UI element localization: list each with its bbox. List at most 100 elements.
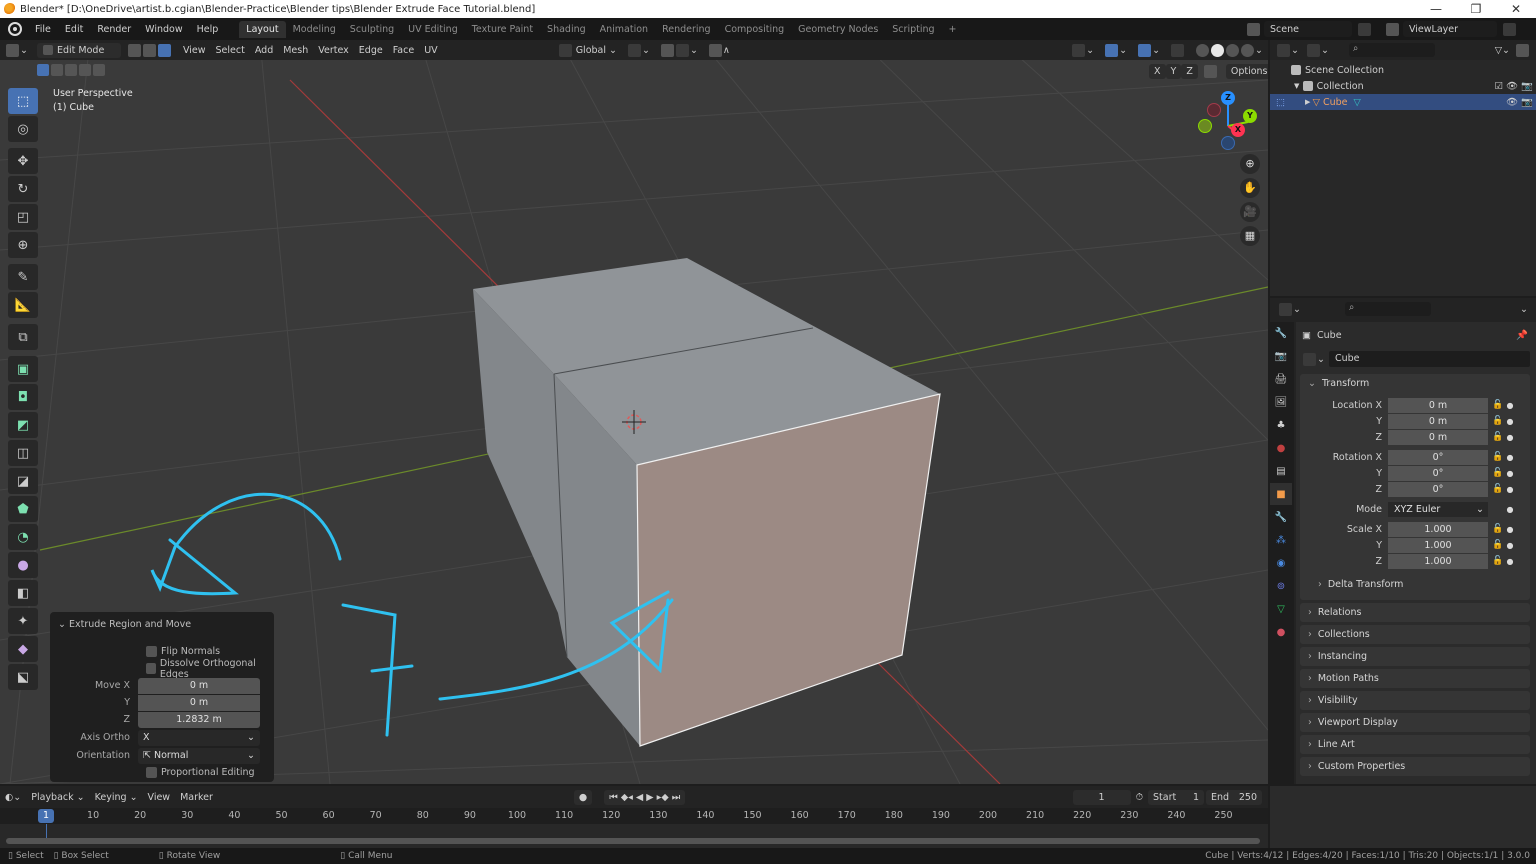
gizmo-x[interactable]: X <box>1231 123 1245 137</box>
motion-paths-panel[interactable]: › Motion Paths <box>1300 669 1530 688</box>
keyframe-dot-icon[interactable]: ● <box>1506 485 1514 494</box>
orientation-dropdown[interactable]: ⇱ Normal ⌄ <box>138 747 260 764</box>
move-y-field[interactable]: 0 m <box>138 694 260 711</box>
pivot-point-dropdown[interactable]: ⌄ <box>622 43 655 58</box>
modifier-tab-icon[interactable]: 🔧 <box>1270 506 1292 528</box>
blender-logo-icon[interactable] <box>8 22 22 36</box>
tool-smooth[interactable]: ● <box>8 552 38 578</box>
vertex-select-icon[interactable] <box>127 43 141 57</box>
overlay-toggle[interactable]: ⌄ <box>1132 43 1165 58</box>
lock-icon[interactable]: 🔓 <box>1492 540 1506 550</box>
tool-tab-icon[interactable]: 🔧 <box>1270 322 1292 344</box>
keyframe-dot-icon[interactable]: ● <box>1506 453 1514 462</box>
keyframe-dot-icon[interactable]: ● <box>1506 433 1514 442</box>
constraints-tab-icon[interactable]: ⊚ <box>1270 575 1292 597</box>
expand-arrow-icon[interactable]: ▶ <box>1305 98 1313 106</box>
object-browse-icon[interactable] <box>1303 352 1316 366</box>
delta-transform-subpanel[interactable]: › Delta Transform <box>1300 575 1530 594</box>
rotation-mode-dropdown[interactable]: XYZ Euler ⌄ <box>1388 501 1488 517</box>
line-art-panel[interactable]: › Line Art <box>1300 735 1530 754</box>
camera-view-icon[interactable]: 🎥 <box>1240 202 1260 222</box>
menu-vertex[interactable]: Vertex <box>313 43 354 58</box>
object-name-input[interactable]: Cube <box>1328 351 1530 367</box>
tool-shear[interactable]: ◆ <box>8 636 38 662</box>
outliner-object-cube[interactable]: ⬚ ▶ ▽ Cube ▽ 👁 📷 <box>1270 94 1536 110</box>
mesh-data-icon[interactable]: ▽ <box>1354 97 1361 108</box>
tool-knife[interactable]: ◪ <box>8 468 38 494</box>
tool-select-box[interactable]: ⬚ <box>8 88 38 114</box>
custom-properties-panel[interactable]: › Custom Properties <box>1300 757 1530 776</box>
gizmo-y[interactable]: Y <box>1243 109 1257 123</box>
falloff-icon[interactable]: ∧ <box>723 45 730 56</box>
tool-annotate[interactable]: ✎ <box>8 264 38 290</box>
scene-selector[interactable]: Scene <box>1264 21 1352 37</box>
menu-playback[interactable]: Playback ⌄ <box>26 790 89 805</box>
rotation-x-field[interactable]: 0° <box>1388 449 1488 465</box>
location-x-field[interactable]: 0 m <box>1388 397 1488 413</box>
tool-measure[interactable]: 📐 <box>8 292 38 318</box>
menu-keying[interactable]: Keying ⌄ <box>90 790 143 805</box>
selectability-dropdown[interactable]: ⌄ <box>1066 43 1099 58</box>
proportional-editing-checkbox[interactable] <box>146 767 157 778</box>
properties-editor-icon[interactable] <box>1279 302 1292 316</box>
play-reverse-icon[interactable]: ◀ <box>636 792 643 803</box>
tool-bevel[interactable]: ◩ <box>8 412 38 438</box>
tool-rip-region[interactable]: ⬕ <box>8 664 38 690</box>
menu-view[interactable]: View <box>178 43 211 58</box>
frame-ruler[interactable]: 1 10 20 30 40 50 60 70 80 90 100 110 120 130 140 150 16… <box>0 808 1268 824</box>
menu-edge[interactable]: Edge <box>354 43 388 58</box>
keyframe-dot-icon[interactable]: ● <box>1506 505 1514 514</box>
jump-start-icon[interactable]: ⏮ <box>609 792 618 803</box>
filter-icon[interactable]: ▽⌄ <box>1495 45 1510 56</box>
edit-mode-toggle-icon[interactable]: ⬚ <box>1276 97 1285 108</box>
tab-modeling[interactable]: Modeling <box>286 21 343 38</box>
mode-dropdown[interactable]: Edit Mode <box>36 42 121 58</box>
axis-ortho-dropdown[interactable]: X ⌄ <box>138 729 260 746</box>
edge-select-icon[interactable] <box>142 43 156 57</box>
tab-texture-paint[interactable]: Texture Paint <box>465 21 540 38</box>
scene-tab-icon[interactable]: ♣ <box>1270 414 1292 436</box>
snap-toggle[interactable]: ⌄ <box>655 43 703 58</box>
new-viewlayer-icon[interactable] <box>1503 22 1516 36</box>
scale-y-field[interactable]: 1.000 <box>1388 537 1488 553</box>
object-tab-icon[interactable]: ■ <box>1270 483 1292 505</box>
new-scene-icon[interactable] <box>1358 22 1371 36</box>
collection-tab-icon[interactable]: ▤ <box>1270 460 1292 482</box>
menu-select[interactable]: Select <box>211 43 250 58</box>
move-z-field[interactable]: 1.2832 m <box>138 711 260 728</box>
options-dropdown[interactable]: Options ⌄ <box>1225 64 1268 79</box>
prev-keyframe-icon[interactable]: ◆◂ <box>621 792 633 803</box>
end-frame-field[interactable]: End 250 <box>1206 789 1262 805</box>
start-frame-field[interactable]: Start 1 <box>1148 789 1204 805</box>
tab-rendering[interactable]: Rendering <box>655 21 718 38</box>
scale-z-field[interactable]: 1.000 <box>1388 553 1488 569</box>
new-collection-icon[interactable] <box>1516 43 1529 57</box>
keyframe-dot-icon[interactable]: ● <box>1506 557 1514 566</box>
output-tab-icon[interactable]: 🖨 <box>1270 368 1292 390</box>
tab-layout[interactable]: Layout <box>239 20 286 38</box>
menu-marker[interactable]: Marker <box>175 790 218 805</box>
rotation-z-field[interactable]: 0° <box>1388 481 1488 497</box>
properties-search-input[interactable]: ⌕ <box>1344 302 1431 316</box>
tool-transform[interactable]: ⊕ <box>8 232 38 258</box>
view-layer-tab-icon[interactable]: 🖼 <box>1270 391 1292 413</box>
flip-normals-checkbox[interactable] <box>146 646 157 657</box>
camera-render-icon[interactable]: 📷 <box>1521 97 1533 108</box>
proportional-edit-toggle[interactable]: ∧ <box>703 43 735 58</box>
tab-sculpting[interactable]: Sculpting <box>343 21 401 38</box>
auto-merge-icon[interactable] <box>1203 65 1217 78</box>
data-tab-icon[interactable]: ▽ <box>1270 598 1292 620</box>
viewport-display-panel[interactable]: › Viewport Display <box>1300 713 1530 732</box>
tab-shading[interactable]: Shading <box>540 21 593 38</box>
move-x-field[interactable]: 0 m <box>138 677 260 694</box>
outliner-editor-icon[interactable] <box>1277 43 1290 57</box>
rotation-y-field[interactable]: 0° <box>1388 465 1488 481</box>
mirror-y-toggle[interactable]: Y <box>1165 64 1182 79</box>
set-new-selection-icon[interactable] <box>37 64 49 76</box>
menu-face[interactable]: Face <box>388 43 419 58</box>
expand-arrow-icon[interactable]: ▼ <box>1294 82 1302 90</box>
lock-icon[interactable]: 🔓 <box>1492 452 1506 462</box>
preview-range-icon[interactable]: ⏱ <box>1131 790 1148 805</box>
world-tab-icon[interactable]: ● <box>1270 437 1292 459</box>
collections-panel[interactable]: › Collections <box>1300 625 1530 644</box>
